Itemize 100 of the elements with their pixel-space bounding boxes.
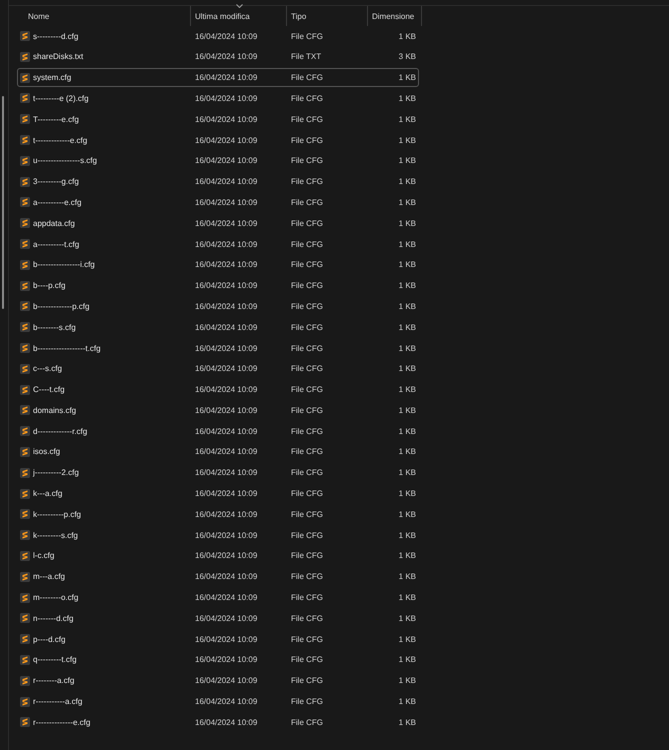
file-size: 1 KB — [398, 406, 417, 415]
file-type: File CFG — [290, 614, 324, 623]
modified-date: 16/04/2024 10:09 — [194, 510, 258, 519]
file-icon — [20, 31, 30, 42]
file-name: b----p.cfg — [33, 281, 66, 290]
file-icon — [20, 218, 30, 228]
file-name: u----------------s.cfg — [33, 156, 97, 166]
file-icon — [20, 197, 30, 208]
column-header[interactable]: Ultima modifica — [191, 6, 287, 26]
file-name: k---a.cfg — [33, 489, 62, 498]
file-type: File CFG — [290, 114, 324, 124]
file-type: File CFG — [290, 489, 324, 498]
file-icon — [20, 260, 30, 270]
file-name: k----------p.cfg — [33, 510, 81, 519]
modified-date: 16/04/2024 10:09 — [194, 114, 258, 124]
file-type: File CFG — [290, 697, 324, 706]
modified-date: 16/04/2024 10:09 — [194, 136, 258, 145]
file-icon — [20, 156, 30, 166]
file-name: 3---------g.cfg — [33, 177, 79, 186]
file-size: 1 KB — [398, 634, 417, 644]
file-size: 1 KB — [398, 530, 417, 540]
file-icon — [20, 239, 30, 250]
file-size: 1 KB — [398, 614, 417, 623]
file-icon — [20, 446, 30, 457]
modified-date: 16/04/2024 10:09 — [194, 218, 258, 228]
file-type: File CFG — [290, 281, 324, 290]
file-name: appdata.cfg — [33, 218, 75, 228]
file-size: 1 KB — [398, 364, 417, 374]
file-icon — [20, 343, 30, 353]
modified-date: 16/04/2024 10:09 — [194, 655, 258, 664]
modified-date: 16/04/2024 10:09 — [194, 634, 258, 644]
file-type: File CFG — [290, 136, 324, 145]
modified-date: 16/04/2024 10:09 — [194, 489, 258, 498]
modified-date: 16/04/2024 10:09 — [194, 73, 258, 82]
modified-date: 16/04/2024 10:09 — [194, 468, 258, 478]
file-icon — [20, 52, 30, 62]
file-icon — [20, 676, 30, 686]
modified-date: 16/04/2024 10:09 — [194, 364, 258, 374]
file-size: 1 KB — [398, 322, 417, 332]
file-icon — [20, 468, 30, 478]
file-icon — [20, 176, 30, 187]
modified-date: 16/04/2024 10:09 — [194, 240, 258, 249]
file-size: 1 KB — [398, 73, 417, 82]
file-type: File CFG — [290, 406, 324, 415]
modified-date: 16/04/2024 10:09 — [194, 198, 258, 207]
file-type: File CFG — [290, 344, 324, 352]
modified-date: 16/04/2024 10:09 — [194, 718, 258, 727]
column-header[interactable]: Nome — [17, 6, 191, 26]
file-size: 1 KB — [398, 426, 417, 436]
file-icon — [20, 572, 30, 582]
file-type: File CFG — [290, 73, 324, 82]
file-name: r--------a.cfg — [33, 676, 74, 686]
file-name: r-----------a.cfg — [33, 697, 82, 706]
file-size: 1 KB — [398, 177, 417, 186]
file-name: t-------------e.cfg — [33, 136, 88, 145]
file-name: b--------s.cfg — [33, 322, 76, 332]
file-name: k---------s.cfg — [33, 530, 78, 540]
file-size: 1 KB — [398, 302, 417, 311]
modified-date: 16/04/2024 10:09 — [194, 697, 258, 706]
modified-date: 16/04/2024 10:09 — [194, 281, 258, 290]
file-icon — [20, 530, 30, 540]
file-size: 1 KB — [398, 198, 417, 207]
file-name: t---------e (2).cfg — [33, 94, 89, 103]
file-icon — [20, 364, 30, 374]
file-icon — [20, 717, 30, 728]
file-type: File CFG — [290, 510, 324, 519]
file-name: c---s.cfg — [33, 364, 62, 374]
file-type: File CFG — [290, 385, 324, 394]
file-type: File CFG — [290, 676, 324, 686]
file-size: 1 KB — [398, 593, 417, 602]
file-icon — [20, 405, 30, 416]
file-size: 1 KB — [398, 260, 417, 270]
file-type: File TXT — [290, 52, 322, 62]
file-type: File CFG — [290, 198, 324, 207]
file-name: system.cfg — [33, 73, 72, 82]
file-name: C----t.cfg — [33, 385, 65, 394]
file-icon — [20, 654, 30, 665]
file-size: 1 KB — [398, 281, 417, 290]
file-size: 1 KB — [398, 489, 417, 498]
file-icon — [20, 613, 30, 624]
file-size: 1 KB — [398, 676, 417, 686]
file-size: 1 KB — [398, 510, 417, 519]
file-icon — [20, 280, 30, 291]
file-row[interactable]: system.cfg 16/04/2024 10:09 File CFG 1 KB — [17, 68, 419, 87]
file-name: b------------------t.cfg — [33, 344, 101, 352]
modified-date: 16/04/2024 10:09 — [194, 426, 258, 436]
file-size: 1 KB — [398, 32, 417, 41]
file-type: File CFG — [290, 655, 324, 664]
file-type: File CFG — [290, 718, 324, 727]
file-icon — [20, 488, 30, 499]
file-size: 3 KB — [398, 52, 417, 62]
scrollbar-thumb[interactable] — [2, 96, 4, 309]
modified-date: 16/04/2024 10:09 — [194, 593, 258, 602]
file-size: 1 KB — [398, 718, 417, 727]
file-icon — [20, 301, 30, 312]
file-size: 1 KB — [398, 572, 417, 582]
file-type: File CFG — [290, 218, 324, 228]
modified-date: 16/04/2024 10:09 — [194, 344, 258, 352]
column-header[interactable]: Dimensione — [368, 6, 422, 26]
column-header[interactable]: Tipo — [287, 6, 368, 26]
